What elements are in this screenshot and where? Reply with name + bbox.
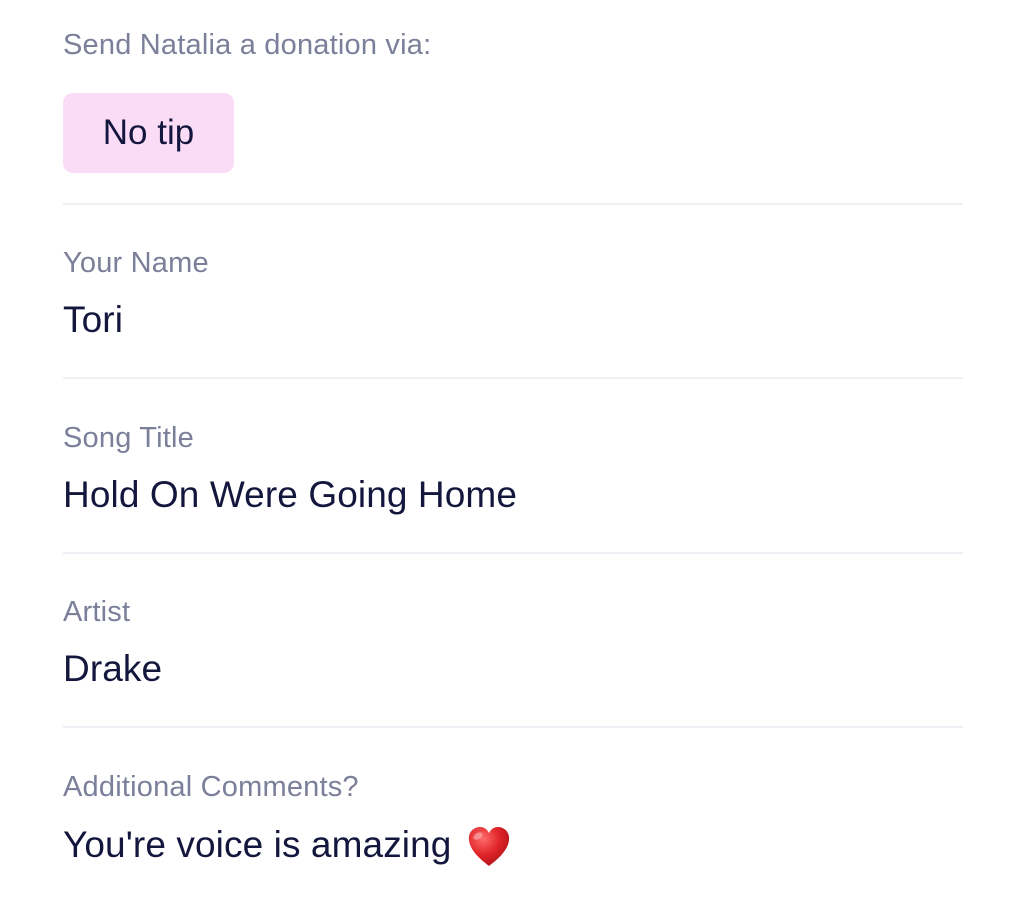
divider <box>63 726 963 728</box>
artist-value: Drake <box>63 648 163 689</box>
song-title-value: Hold On Were Going Home <box>63 474 518 515</box>
heart-icon <box>466 824 512 870</box>
song-title-label: Song Title <box>63 422 194 454</box>
divider <box>63 377 963 379</box>
no-tip-option-button[interactable]: No tip <box>63 93 234 173</box>
additional-comments-label: Additional Comments? <box>63 771 359 803</box>
artist-label: Artist <box>63 596 131 628</box>
your-name-label: Your Name <box>63 247 209 279</box>
no-tip-option-label: No tip <box>102 113 195 152</box>
divider <box>63 552 963 554</box>
your-name-value: Tori <box>63 299 124 340</box>
divider <box>63 203 963 205</box>
additional-comments-value: You're voice is amazing <box>63 824 452 865</box>
donation-label: Send Natalia a donation via: <box>63 29 432 61</box>
additional-comments-value-row: You're voice is amazing <box>63 822 512 868</box>
